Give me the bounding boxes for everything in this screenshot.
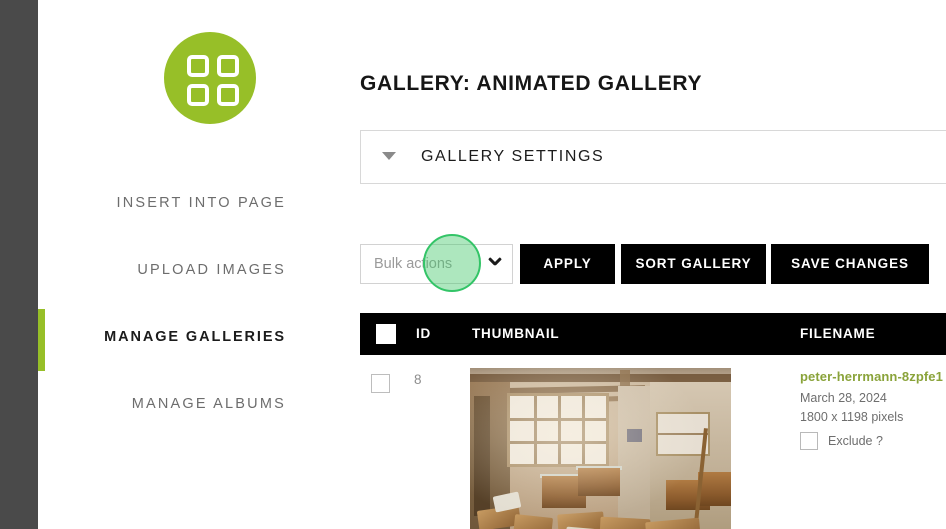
column-header-filename[interactable]: FILENAME [800,313,875,355]
bulk-actions-select[interactable]: Bulk actions [360,244,513,284]
grid-squares-icon [164,32,256,124]
left-dark-rail [0,0,38,529]
sidebar: INSERT INTO PAGE UPLOAD IMAGES MANAGE GA… [38,0,360,529]
gallery-settings-panel[interactable]: GALLERY SETTINGS [360,130,946,184]
sidebar-item-label: MANAGE GALLERIES [104,329,286,345]
sidebar-item-manage-galleries[interactable]: MANAGE GALLERIES [38,304,360,371]
select-all-checkbox[interactable] [376,324,396,344]
sidebar-item-manage-albums[interactable]: MANAGE ALBUMS [38,371,360,438]
row-thumbnail[interactable] [470,368,731,529]
sidebar-item-upload-images[interactable]: UPLOAD IMAGES [38,237,360,304]
row-file-info: peter-herrmann-8zpfe1 March 28, 2024 180… [800,369,946,450]
app-logo [164,32,256,124]
logo-square-bottom-left [187,84,209,106]
table-header-row: ID THUMBNAIL FILENAME [360,313,946,355]
file-date: March 28, 2024 [800,391,887,405]
apply-button[interactable]: APPLY [520,244,615,284]
row-id: 8 [414,372,422,387]
triangle-down-icon[interactable] [382,152,396,160]
photo-light-haze [470,368,731,529]
sidebar-item-insert-into-page[interactable]: INSERT INTO PAGE [38,170,360,237]
page-title: GALLERY: ANIMATED GALLERY [360,72,703,96]
gallery-settings-label: GALLERY SETTINGS [421,148,605,165]
sidebar-nav: INSERT INTO PAGE UPLOAD IMAGES MANAGE GA… [38,170,360,438]
column-header-thumbnail[interactable]: THUMBNAIL [472,313,559,355]
sidebar-item-label: UPLOAD IMAGES [137,262,286,278]
abandoned-classroom-photo [470,368,731,529]
logo-square-top-left [187,55,209,77]
save-changes-button[interactable]: SAVE CHANGES [771,244,929,284]
file-dimensions: 1800 x 1198 pixels [800,410,904,424]
row-select-checkbox[interactable] [371,374,390,393]
logo-square-top-right [217,55,239,77]
sidebar-item-label: INSERT INTO PAGE [116,195,286,211]
chevron-down-icon[interactable] [489,258,500,269]
column-header-id[interactable]: ID [416,313,431,355]
bulk-actions-value: Bulk actions [374,256,453,272]
exclude-control: Exclude ? [800,432,946,450]
active-accent-bar [38,309,45,371]
sort-gallery-button[interactable]: SORT GALLERY [621,244,766,284]
table-row: 8 peter-herrmann-8zpfe1 March 28, 2024 1… [360,355,946,529]
exclude-label: Exclude ? [828,434,883,448]
main-content: GALLERY: ANIMATED GALLERY GALLERY SETTIN… [360,0,946,529]
logo-square-bottom-right [217,84,239,106]
app-window: INSERT INTO PAGE UPLOAD IMAGES MANAGE GA… [0,0,946,529]
sidebar-item-label: MANAGE ALBUMS [131,396,286,412]
exclude-checkbox[interactable] [800,432,818,450]
file-name-link[interactable]: peter-herrmann-8zpfe1 [800,369,946,384]
